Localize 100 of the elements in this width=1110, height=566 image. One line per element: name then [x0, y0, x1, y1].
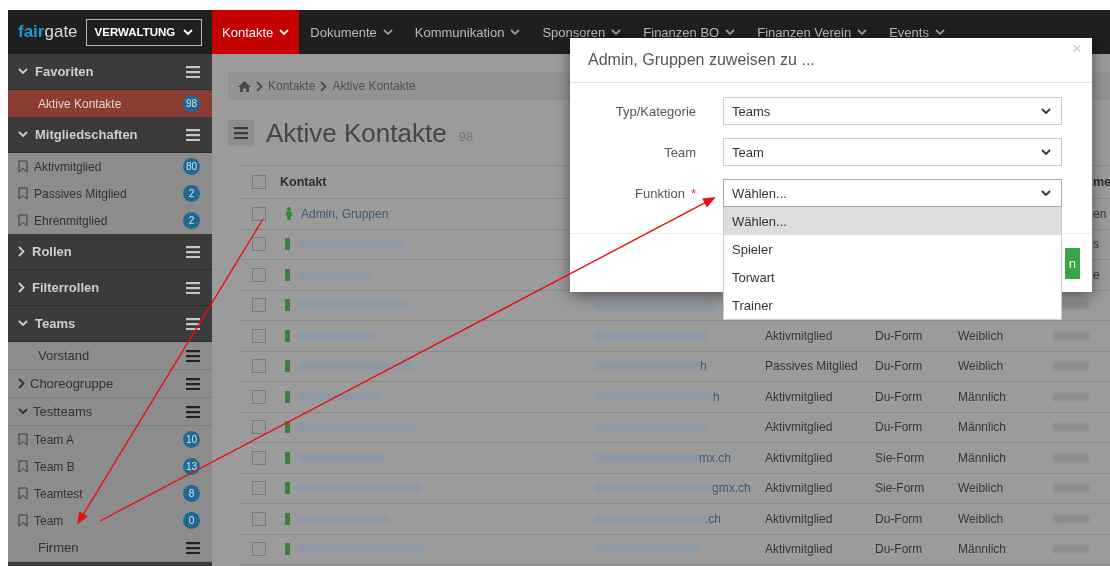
dialog-title: Admin, Gruppen zuweisen zu ... [588, 51, 815, 69]
dropdown-option[interactable]: Spieler [724, 235, 1061, 263]
bookmark-icon [18, 160, 28, 173]
select-field[interactable]: Team [723, 138, 1062, 166]
nav-menu[interactable]: Dokumente [299, 10, 404, 54]
nav-menu[interactable]: Kontakte [212, 10, 300, 54]
menu-button[interactable] [228, 120, 254, 146]
email-link[interactable]: h [700, 359, 707, 374]
select-field[interactable]: Teams [723, 97, 1062, 125]
count-badge: 2 [183, 212, 200, 229]
table-cell-text: Du-Form [875, 511, 924, 526]
table-cell-text: Du-Form [875, 359, 924, 374]
bookmark-icon [18, 487, 28, 500]
count-badge: 0 [183, 512, 200, 529]
count-badge: 80 [182, 158, 200, 175]
home-icon[interactable] [238, 80, 251, 92]
row-checkbox[interactable] [252, 206, 266, 221]
table-cell: en [1093, 206, 1107, 221]
table-cell-text: Sie-Form [875, 481, 926, 496]
table-cell-text: Du-Form [875, 389, 924, 404]
email-link[interactable]: mx.ch [699, 450, 731, 465]
hamburger-icon[interactable] [186, 245, 200, 258]
hamburger-icon[interactable] [186, 541, 200, 554]
contact-link[interactable]: Admin, Gruppen [301, 206, 389, 221]
column-header[interactable]: Kontakt [280, 175, 327, 189]
table-cell: e [1093, 267, 1100, 282]
breadcrumb-link[interactable]: Kontakte [268, 79, 316, 93]
nav-menu[interactable]: Finanzen Verein [746, 10, 879, 54]
email-link[interactable]: h [713, 389, 720, 404]
logo: fairgate [18, 22, 78, 42]
hamburger-icon[interactable] [186, 405, 200, 418]
sidebar-section-header[interactable]: Favoriten [8, 54, 212, 90]
chevron-down-icon [382, 28, 393, 36]
dropdown-option[interactable]: Torwart [724, 263, 1061, 291]
sidebar-item[interactable]: Ehrenmitglied 2 [8, 207, 212, 234]
chevron-down-icon [1041, 189, 1051, 197]
count-badge: 10 [182, 431, 200, 448]
count-badge: 8 [183, 485, 200, 502]
table-cell-text: Aktivmitglied [765, 420, 834, 435]
row-checkbox[interactable] [252, 267, 266, 282]
table-cell-text: Aktivmitglied [765, 450, 834, 465]
select-field[interactable]: Wählen... [723, 179, 1062, 207]
row-checkbox[interactable] [252, 298, 266, 313]
hamburger-icon[interactable] [186, 349, 200, 362]
row-checkbox[interactable] [252, 359, 266, 374]
breadcrumb-link[interactable]: Aktive Kontakte [332, 79, 416, 93]
hamburger-icon[interactable] [186, 128, 200, 141]
chevron-down-icon [725, 28, 736, 36]
nav-menu[interactable]: Events [878, 10, 956, 54]
required-mark: * [690, 185, 696, 201]
hamburger-icon[interactable] [234, 127, 248, 139]
chevron-down-icon [934, 28, 945, 36]
sidebar-section-header[interactable]: Rollen [8, 234, 212, 270]
select-all-checkbox[interactable] [252, 175, 266, 189]
table-cell-text: Weiblich [958, 511, 1005, 526]
table-cell-text: Aktivmitglied [765, 389, 834, 404]
sidebar-item[interactable]: Aktive Kontakte 98 [8, 90, 212, 117]
row-checkbox[interactable] [252, 450, 266, 465]
hamburger-icon[interactable] [186, 281, 200, 294]
chevron-down-icon [279, 28, 290, 36]
row-checkbox[interactable] [252, 542, 266, 557]
row-checkbox[interactable] [252, 481, 266, 496]
email-link[interactable]: .ch [705, 511, 721, 526]
sidebar-section-header[interactable]: Mitgliedschaften [8, 117, 212, 153]
row-checkbox[interactable] [252, 511, 266, 526]
table-cell-text: Sie-Form [875, 450, 926, 465]
row-checkbox[interactable] [252, 389, 266, 404]
nav-menu[interactable]: Kommunikation [403, 10, 532, 54]
field-label: Typ/Kategorie [615, 103, 696, 119]
row-checkbox[interactable] [252, 328, 266, 343]
row-checkbox[interactable] [252, 237, 266, 252]
chevron-down-icon [1041, 107, 1051, 115]
module-selector[interactable]: VERWALTUNG [85, 18, 202, 46]
email-link[interactable]: gmx.ch [712, 481, 751, 496]
chevron-right-icon [256, 80, 263, 92]
page-title: Aktive Kontakte [266, 117, 447, 149]
table-cell-text: Aktivmitglied [765, 511, 834, 526]
chevron-right-icon [320, 80, 328, 92]
table-cell-text: Weiblich [958, 481, 1005, 496]
hamburger-icon[interactable] [186, 65, 200, 78]
row-checkbox[interactable] [252, 420, 266, 435]
sidebar-section-header[interactable]: Teams [8, 306, 212, 342]
table-cell-text: Männlich [958, 450, 1008, 465]
table-cell-text: Du-Form [875, 542, 924, 557]
dropdown-option[interactable]: Trainer [724, 291, 1061, 319]
sidebar-item[interactable]: Aktivmitglied 80 [8, 153, 212, 180]
table-cell-text: Weiblich [958, 328, 1005, 343]
save-button[interactable]: n [1064, 247, 1080, 279]
column-header[interactable]: me [1093, 175, 1110, 189]
hamburger-icon[interactable] [186, 377, 200, 390]
nav-menu[interactable]: Sponsoren [531, 10, 633, 54]
table-cell-text: Du-Form [875, 328, 924, 343]
table-cell-text: Männlich [958, 542, 1008, 557]
field-label: Team [664, 144, 696, 160]
sidebar-section-header[interactable]: Filterrollen [8, 270, 212, 306]
table-cell-text: Aktivmitglied [765, 328, 834, 343]
nav-menu[interactable]: Finanzen BO [632, 10, 747, 54]
sidebar-item[interactable]: Passives Mitglied 2 [8, 180, 212, 207]
bookmark-icon [18, 433, 28, 446]
dropdown-option[interactable]: Wählen... [724, 207, 1061, 235]
